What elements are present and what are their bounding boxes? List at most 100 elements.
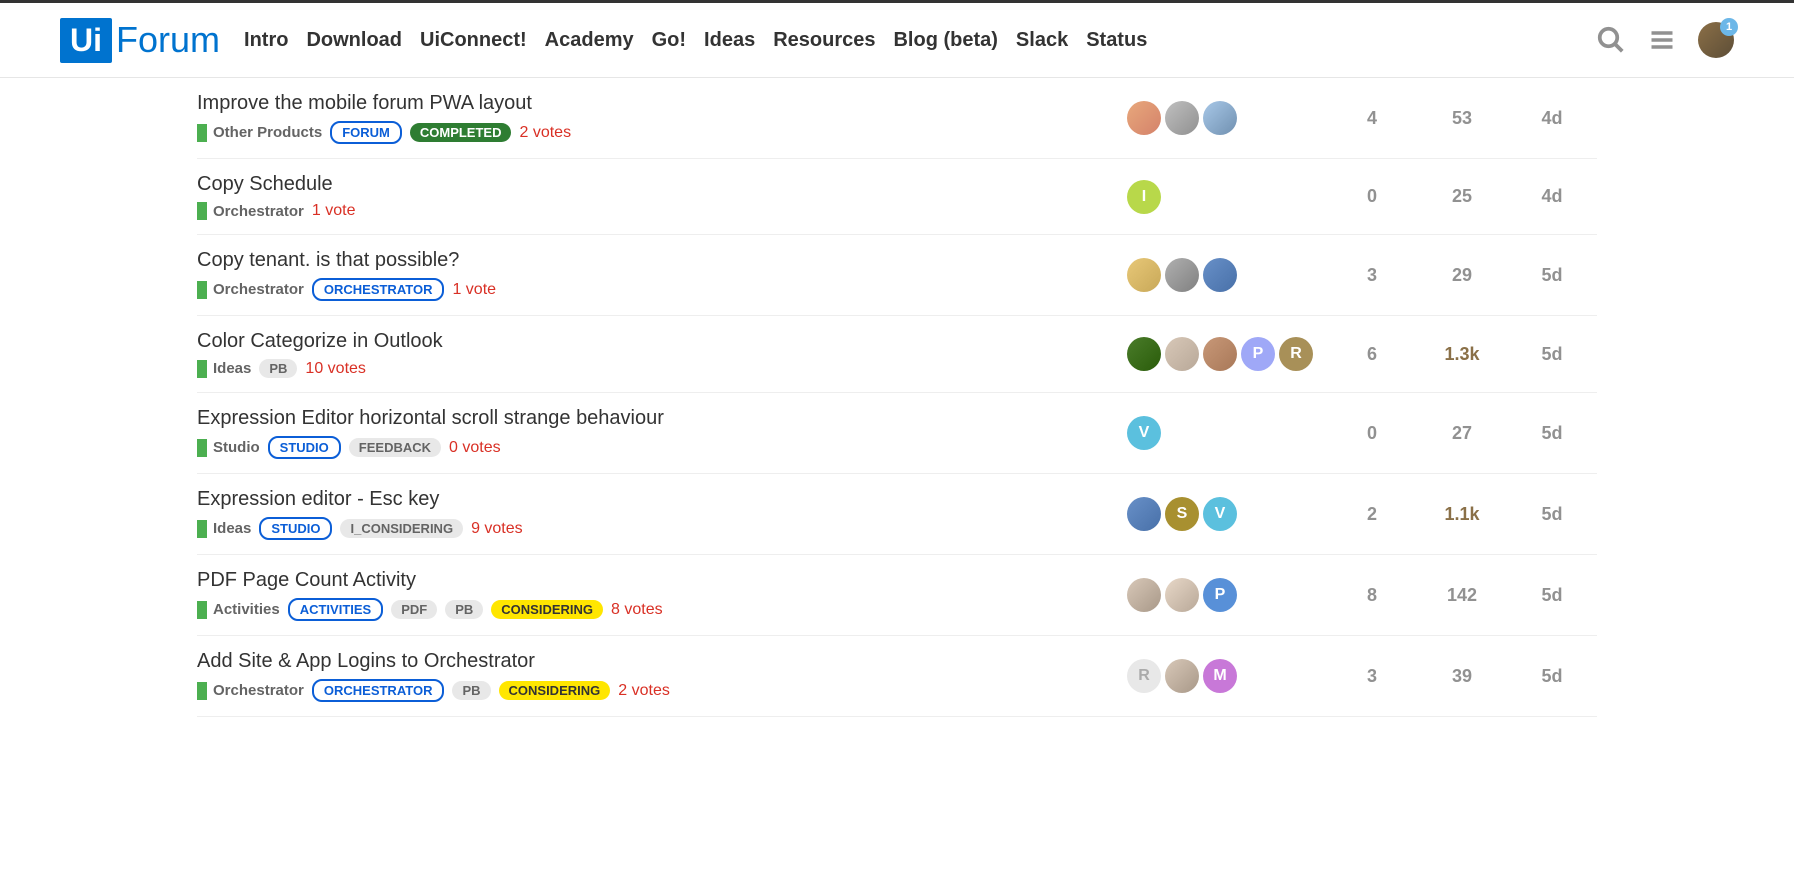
views-stat[interactable]: 142: [1417, 585, 1507, 606]
nav-link[interactable]: Status: [1086, 29, 1147, 52]
activity-stat[interactable]: 5d: [1507, 344, 1597, 365]
poster-avatar[interactable]: P: [1203, 578, 1237, 612]
activity-stat[interactable]: 5d: [1507, 666, 1597, 687]
nav-link[interactable]: UiConnect!: [420, 29, 527, 52]
views-stat[interactable]: 25: [1417, 186, 1507, 207]
poster-avatar[interactable]: M: [1203, 659, 1237, 693]
search-icon[interactable]: [1596, 25, 1626, 55]
replies-stat[interactable]: 2: [1327, 504, 1417, 525]
poster-avatar[interactable]: [1165, 578, 1199, 612]
category[interactable]: Orchestrator: [197, 202, 304, 220]
poster-avatar[interactable]: P: [1241, 337, 1275, 371]
topic-title[interactable]: Add Site & App Logins to Orchestrator: [197, 650, 1127, 673]
tag[interactable]: CONSIDERING: [491, 600, 603, 619]
views-stat[interactable]: 39: [1417, 666, 1507, 687]
nav-link[interactable]: Resources: [773, 29, 875, 52]
nav-link[interactable]: Download: [306, 29, 402, 52]
activity-stat[interactable]: 4d: [1507, 186, 1597, 207]
nav-link[interactable]: Blog (beta): [893, 29, 997, 52]
views-stat[interactable]: 29: [1417, 265, 1507, 286]
topic-main: Color Categorize in OutlookIdeasPB10 vot…: [197, 330, 1127, 378]
poster-avatar[interactable]: [1165, 258, 1199, 292]
topic-title[interactable]: Color Categorize in Outlook: [197, 330, 1127, 353]
category[interactable]: Orchestrator: [197, 682, 304, 700]
tag[interactable]: ORCHESTRATOR: [312, 679, 445, 702]
poster-avatar[interactable]: [1165, 659, 1199, 693]
activity-stat[interactable]: 5d: [1507, 585, 1597, 606]
poster-avatar[interactable]: [1127, 578, 1161, 612]
category-name: Orchestrator: [213, 281, 304, 298]
nav-link[interactable]: Academy: [545, 29, 634, 52]
poster-avatar[interactable]: [1127, 258, 1161, 292]
topic-title[interactable]: PDF Page Count Activity: [197, 569, 1127, 592]
poster-avatar[interactable]: S: [1165, 497, 1199, 531]
replies-stat[interactable]: 8: [1327, 585, 1417, 606]
replies-stat[interactable]: 3: [1327, 265, 1417, 286]
category[interactable]: Other Products: [197, 124, 322, 142]
nav-link[interactable]: Intro: [244, 29, 288, 52]
tag[interactable]: CONSIDERING: [499, 681, 611, 700]
replies-stat[interactable]: 4: [1327, 108, 1417, 129]
tag[interactable]: COMPLETED: [410, 123, 512, 142]
tag[interactable]: I_CONSIDERING: [340, 519, 463, 538]
posters: SV: [1127, 497, 1327, 531]
nav: Intro Download UiConnect! Academy Go! Ideas Re…: [244, 29, 1147, 52]
tag[interactable]: PB: [452, 681, 490, 700]
poster-avatar[interactable]: [1203, 337, 1237, 371]
category[interactable]: Ideas: [197, 520, 251, 538]
poster-avatar[interactable]: [1165, 101, 1199, 135]
vote-count: 0 votes: [449, 439, 501, 457]
user-avatar[interactable]: 1: [1698, 22, 1734, 58]
replies-stat[interactable]: 0: [1327, 186, 1417, 207]
category[interactable]: Orchestrator: [197, 281, 304, 299]
posters: [1127, 101, 1327, 135]
views-stat[interactable]: 1.1k: [1417, 504, 1507, 525]
tag[interactable]: STUDIO: [268, 436, 341, 459]
poster-avatar[interactable]: I: [1127, 180, 1161, 214]
tag[interactable]: FEEDBACK: [349, 438, 441, 457]
views-stat[interactable]: 1.3k: [1417, 344, 1507, 365]
poster-avatar[interactable]: R: [1279, 337, 1313, 371]
posters: V: [1127, 416, 1327, 450]
topic-title[interactable]: Copy Schedule: [197, 173, 1127, 196]
poster-avatar[interactable]: [1127, 101, 1161, 135]
topic-title[interactable]: Expression editor - Esc key: [197, 488, 1127, 511]
nav-link[interactable]: Ideas: [704, 29, 755, 52]
category[interactable]: Ideas: [197, 360, 251, 378]
tag[interactable]: ACTIVITIES: [288, 598, 384, 621]
tag[interactable]: PDF: [391, 600, 437, 619]
poster-avatar[interactable]: [1203, 101, 1237, 135]
category-name: Ideas: [213, 520, 251, 537]
tag[interactable]: FORUM: [330, 121, 402, 144]
replies-stat[interactable]: 0: [1327, 423, 1417, 444]
tag[interactable]: STUDIO: [259, 517, 332, 540]
topic-title[interactable]: Improve the mobile forum PWA layout: [197, 92, 1127, 115]
topic-title[interactable]: Copy tenant. is that possible?: [197, 249, 1127, 272]
tag[interactable]: ORCHESTRATOR: [312, 278, 445, 301]
poster-avatar[interactable]: [1127, 497, 1161, 531]
logo[interactable]: Ui Forum: [60, 18, 220, 63]
poster-avatar[interactable]: V: [1127, 416, 1161, 450]
views-stat[interactable]: 27: [1417, 423, 1507, 444]
topic-main: Copy tenant. is that possible? Orchestrat…: [197, 249, 1127, 301]
poster-avatar[interactable]: [1127, 337, 1161, 371]
activity-stat[interactable]: 5d: [1507, 423, 1597, 444]
nav-link[interactable]: Slack: [1016, 29, 1068, 52]
activity-stat[interactable]: 4d: [1507, 108, 1597, 129]
menu-icon[interactable]: [1648, 26, 1676, 54]
poster-avatar[interactable]: V: [1203, 497, 1237, 531]
replies-stat[interactable]: 3: [1327, 666, 1417, 687]
views-stat[interactable]: 53: [1417, 108, 1507, 129]
topic-title[interactable]: Expression Editor horizontal scroll stra…: [197, 407, 1127, 430]
replies-stat[interactable]: 6: [1327, 344, 1417, 365]
nav-link[interactable]: Go!: [652, 29, 686, 52]
category[interactable]: Studio: [197, 439, 260, 457]
category[interactable]: Activities: [197, 601, 280, 619]
poster-avatar[interactable]: [1165, 337, 1199, 371]
poster-avatar[interactable]: [1203, 258, 1237, 292]
tag[interactable]: PB: [259, 359, 297, 378]
activity-stat[interactable]: 5d: [1507, 265, 1597, 286]
activity-stat[interactable]: 5d: [1507, 504, 1597, 525]
tag[interactable]: PB: [445, 600, 483, 619]
poster-avatar[interactable]: R: [1127, 659, 1161, 693]
